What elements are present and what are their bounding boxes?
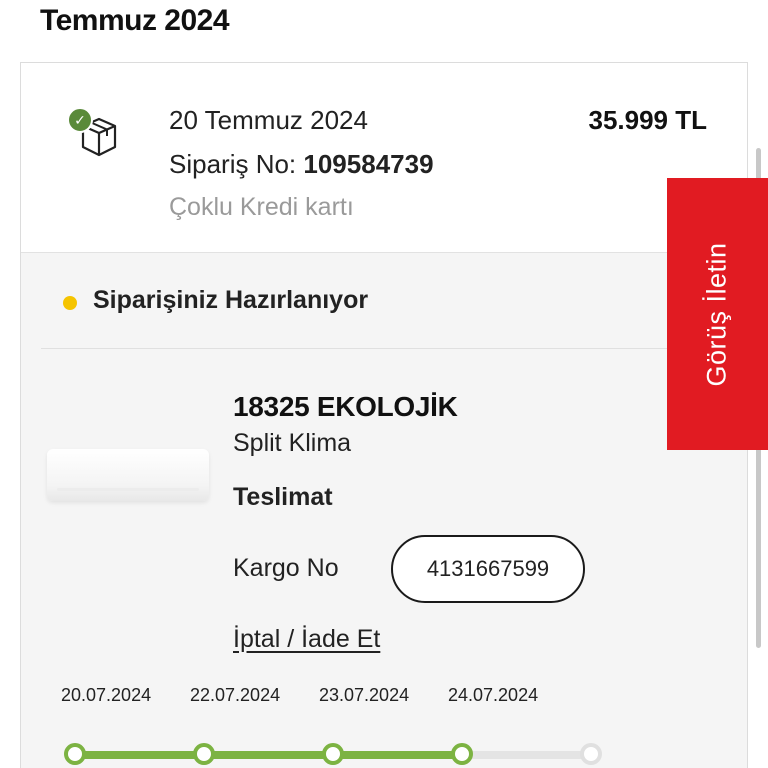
- timeline-date: 20.07.2024: [61, 685, 152, 705]
- order-number-label: Sipariş No:: [169, 149, 297, 179]
- status-dot-icon: [63, 296, 77, 310]
- timeline-step: [64, 743, 86, 765]
- product-subtitle: Split Klima: [233, 429, 352, 457]
- order-number-value: 109584739: [303, 149, 434, 179]
- order-summary[interactable]: ✓ 20 Temmuz 2024 Sipariş No: 109584739 Ç…: [21, 63, 747, 253]
- order-card: ✓ 20 Temmuz 2024 Sipariş No: 109584739 Ç…: [20, 62, 748, 768]
- order-status: Siparişiniz Hazırlanıyor: [41, 253, 681, 349]
- payment-method: Çoklu Kredi kartı: [169, 193, 354, 221]
- feedback-tab-label: Görüş İletin: [702, 241, 732, 387]
- product-image[interactable]: [47, 449, 209, 501]
- delivery-label: Teslimat: [233, 483, 333, 511]
- timeline-progress: [71, 751, 461, 759]
- timeline-date: 22.07.2024: [190, 685, 281, 705]
- timeline-step: [580, 743, 602, 765]
- cancel-return-link[interactable]: İptal / İade Et: [233, 625, 380, 654]
- timeline-date: 23.07.2024: [319, 685, 410, 705]
- order-details: Siparişiniz Hazırlanıyor 18325 EKOLOJİK …: [21, 253, 747, 768]
- feedback-tab[interactable]: Görüş İletin: [667, 178, 768, 450]
- product-name[interactable]: 18325 EKOLOJİK: [233, 391, 458, 423]
- order-date: 20 Temmuz 2024: [169, 105, 368, 135]
- checkmark-icon: ✓: [67, 107, 93, 133]
- order-number: Sipariş No: 109584739: [169, 149, 434, 180]
- timeline-step: [322, 743, 344, 765]
- kargo-number-button[interactable]: 4131667599: [391, 535, 585, 603]
- timeline-step: [193, 743, 215, 765]
- timeline-date: 24.07.2024: [448, 685, 539, 705]
- order-total: 35.999 TL: [588, 105, 707, 135]
- month-title: Temmuz 2024: [40, 4, 230, 37]
- kargo-label: Kargo No: [233, 554, 339, 582]
- timeline-step: [451, 743, 473, 765]
- status-text: Siparişiniz Hazırlanıyor: [93, 286, 369, 314]
